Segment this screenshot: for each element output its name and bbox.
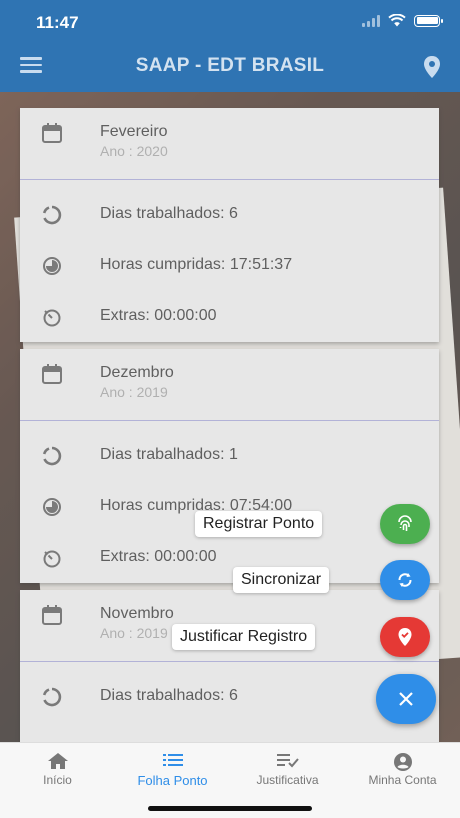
nav-justificativa[interactable]: Justificativa bbox=[230, 743, 345, 803]
app-bar: 11:47 SAAP - EDT BRASIL bbox=[0, 0, 460, 92]
sincronizar-label[interactable]: Sincronizar bbox=[233, 567, 330, 593]
list-icon bbox=[162, 754, 183, 766]
sync-icon bbox=[398, 573, 412, 587]
nav-label: Minha Conta bbox=[368, 773, 437, 787]
home-icon bbox=[47, 753, 68, 769]
nav-folha-ponto[interactable]: Folha Ponto bbox=[115, 743, 230, 803]
justificar-registro-button[interactable] bbox=[380, 617, 430, 657]
account-circle-icon bbox=[393, 753, 412, 771]
nav-label: Justificativa bbox=[256, 773, 319, 787]
playlist-check-icon bbox=[276, 754, 299, 768]
battery-icon bbox=[414, 14, 443, 27]
app-title: SAAP - EDT BRASIL bbox=[135, 55, 325, 76]
nav-label: Início bbox=[43, 773, 72, 787]
location-check-icon bbox=[398, 628, 412, 646]
fingerprint-icon bbox=[398, 515, 412, 531]
nav-label: Folha Ponto bbox=[137, 773, 208, 788]
speed-dial-close-button[interactable] bbox=[376, 674, 436, 724]
sincronizar-button[interactable] bbox=[380, 560, 430, 600]
registrar-ponto-button[interactable] bbox=[380, 504, 430, 544]
justificar-registro-label[interactable]: Justificar Registro bbox=[172, 624, 316, 650]
home-indicator bbox=[148, 806, 312, 811]
registrar-ponto-label[interactable]: Registrar Ponto bbox=[195, 511, 323, 537]
close-icon bbox=[399, 692, 413, 706]
wifi-icon bbox=[388, 14, 406, 27]
nav-inicio[interactable]: Início bbox=[0, 743, 115, 803]
nav-minha-conta[interactable]: Minha Conta bbox=[345, 743, 460, 803]
location-pin-icon[interactable] bbox=[422, 55, 442, 79]
status-time: 11:47 bbox=[36, 13, 79, 32]
status-icons bbox=[362, 14, 443, 27]
cellular-signal-icon bbox=[362, 14, 380, 27]
